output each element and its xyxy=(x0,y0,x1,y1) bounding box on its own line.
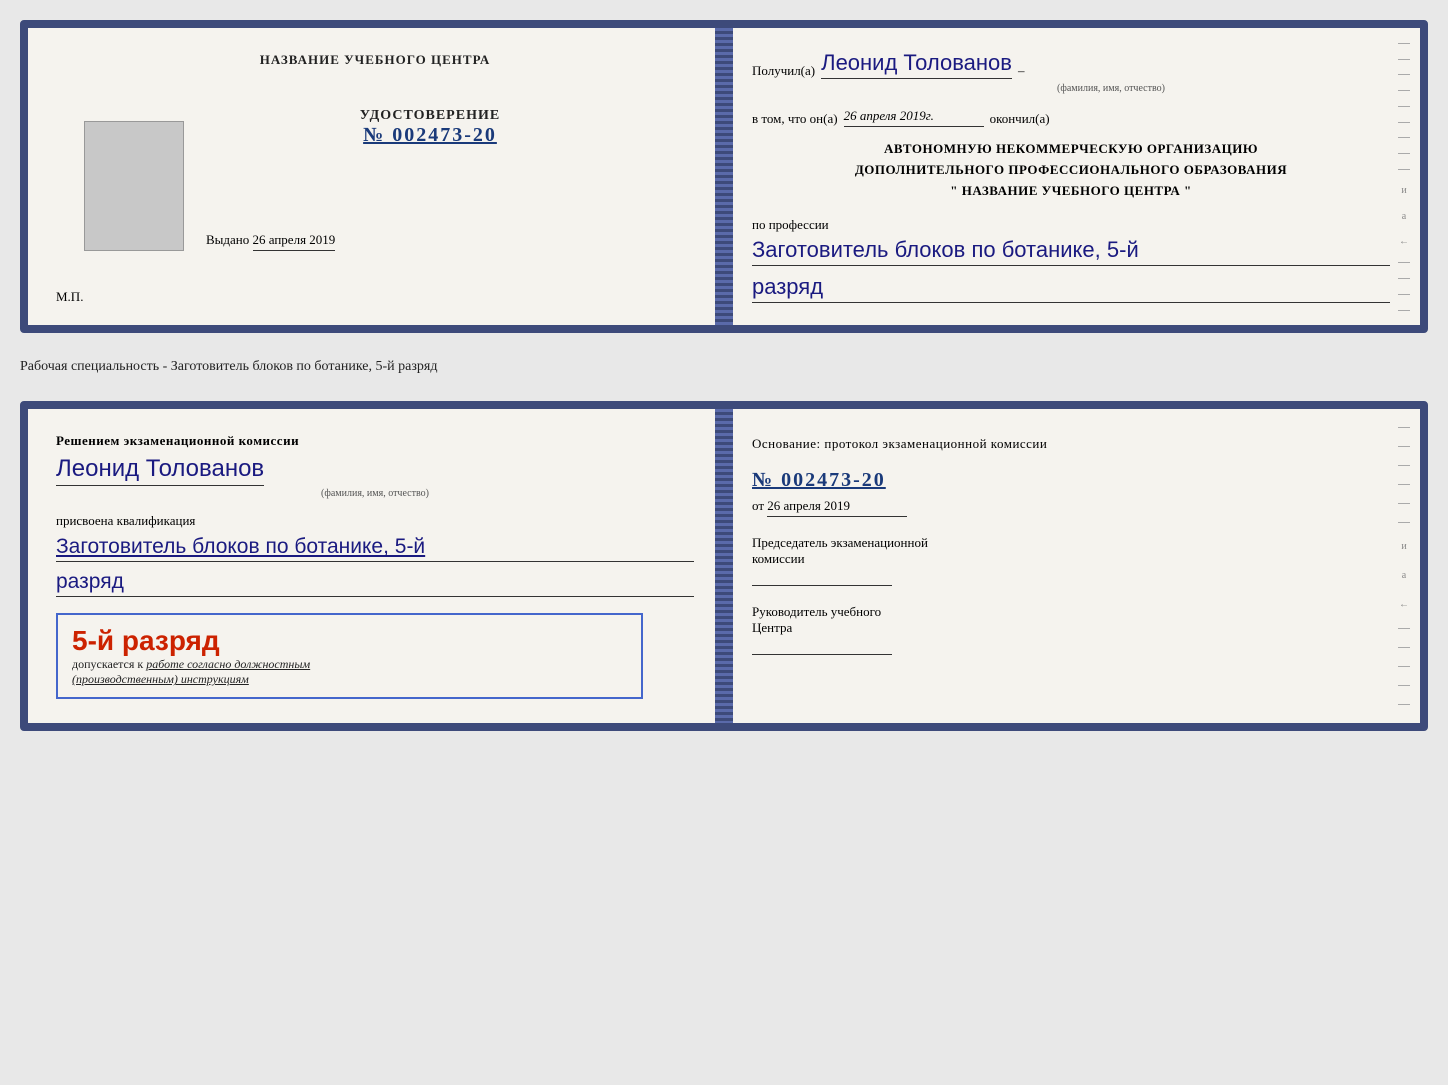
poluchil-label: Получил(а) xyxy=(752,63,815,79)
prisvoena-text: присвоена квалификация xyxy=(56,513,694,529)
autonomy-line1: АВТОНОМНУЮ НЕКОММЕРЧЕСКУЮ ОРГАНИЗАЦИЮ xyxy=(752,139,1390,160)
vydano-block: Выдано 26 апреля 2019 xyxy=(206,232,335,251)
udostoverenie-title: УДОСТОВЕРЕНИЕ xyxy=(166,108,694,124)
top-document: НАЗВАНИЕ УЧЕБНОГО ЦЕНТРА УДОСТОВЕРЕНИЕ №… xyxy=(20,20,1428,333)
vtom-label: в том, что он(а) xyxy=(752,111,838,127)
predsedatel-block: Председатель экзаменационной комиссии xyxy=(752,535,1390,586)
deco-line xyxy=(1398,137,1410,138)
deco-line xyxy=(1398,262,1410,263)
razryad-value-top: разряд xyxy=(752,274,1390,303)
dopusk-italic-text: (производственным) инструкциям xyxy=(72,672,249,686)
resheniem-block: Решением экзаменационной комиссии xyxy=(56,433,694,449)
deco-line xyxy=(1398,628,1410,629)
udostoverenie-block: УДОСТОВЕРЕНИЕ № 002473-20 xyxy=(166,108,694,147)
dopusk-prefix-text: допускается к xyxy=(72,657,143,671)
okonchil-label: окончил(а) xyxy=(990,111,1050,127)
fio-hint-bottom: (фамилия, имя, отчество) xyxy=(56,488,694,499)
dopuskaetsya-block: 5-й разряд допускается к работе согласно… xyxy=(56,613,643,699)
person-name: Леонид Толованов xyxy=(56,455,264,486)
page-container: НАЗВАНИЕ УЧЕБНОГО ЦЕНТРА УДОСТОВЕРЕНИЕ №… xyxy=(20,20,1428,731)
vtom-date: 26 апреля 2019г. xyxy=(844,108,984,127)
deco-line xyxy=(1398,90,1410,91)
deco-line xyxy=(1398,310,1410,311)
deco-line xyxy=(1398,43,1410,44)
deco-line xyxy=(1398,59,1410,60)
dopusk-prefix: допускается к работе согласно должностны… xyxy=(72,657,627,672)
bottom-doc-left: Решением экзаменационной комиссии Леонид… xyxy=(28,409,722,723)
protocol-number: № 002473-20 xyxy=(752,469,1390,492)
deco-line xyxy=(1398,122,1410,123)
deco-line xyxy=(1398,294,1410,295)
deco-line xyxy=(1398,427,1410,428)
deco-a2: а xyxy=(1402,570,1406,581)
deco-line xyxy=(1398,522,1410,523)
person-name-block: Леонид Толованов (фамилия, имя, отчество… xyxy=(56,455,694,499)
ot-label: от xyxy=(752,498,764,513)
deco-line xyxy=(1398,685,1410,686)
photo-placeholder xyxy=(84,121,184,251)
dopusk-italic-block: (производственным) инструкциям xyxy=(72,672,627,687)
rukovoditel-block: Руководитель учебного Центра xyxy=(752,604,1390,655)
deco-line xyxy=(1398,446,1410,447)
autonomy-line2: ДОПОЛНИТЕЛЬНОГО ПРОФЕССИОНАЛЬНОГО ОБРАЗО… xyxy=(752,160,1390,181)
deco-line xyxy=(1398,503,1410,504)
deco-line xyxy=(1398,704,1410,705)
deco-line xyxy=(1398,666,1410,667)
vydano-label: Выдано xyxy=(206,232,249,247)
osnovanie-label: Основание: протокол экзаменационной коми… xyxy=(752,436,1047,451)
specialty-text: Рабочая специальность - Заготовитель бло… xyxy=(20,351,1428,383)
deco-line xyxy=(1398,74,1410,75)
deco-i2: и xyxy=(1401,541,1406,552)
dopusk-razryad: 5-й разряд xyxy=(72,625,627,657)
right-deco: и а ← xyxy=(1396,28,1412,325)
tsentra-label: Центра xyxy=(752,620,1390,636)
bottom-doc-right: Основание: протокол экзаменационной коми… xyxy=(722,409,1420,723)
right-deco-bottom: и а ← xyxy=(1396,409,1412,723)
deco-line xyxy=(1398,153,1410,154)
rukovoditel-label: Руководитель учебного xyxy=(752,604,1390,620)
deco-line xyxy=(1398,106,1410,107)
deco-arrow: ← xyxy=(1399,236,1409,247)
po-professii-label: по профессии xyxy=(752,217,1390,233)
deco-a: а xyxy=(1402,211,1406,222)
deco-line xyxy=(1398,465,1410,466)
deco-i: и xyxy=(1401,185,1406,196)
profession-value: Заготовитель блоков по ботанике, 5-й xyxy=(752,237,1390,266)
fio-hint-top: (фамилия, имя, отчество) xyxy=(832,83,1390,94)
poluchil-name: Леонид Толованов xyxy=(821,50,1012,79)
top-doc-right: Получил(а) Леонид Толованов – (фамилия, … xyxy=(722,28,1420,325)
vydano-date: 26 апреля 2019 xyxy=(253,232,336,251)
poluchil-line: Получил(а) Леонид Толованов – xyxy=(752,50,1390,79)
predsedatel-signature-line xyxy=(752,585,892,586)
rukovoditel-signature-line xyxy=(752,654,892,655)
vtom-line: в том, что он(а) 26 апреля 2019г. окончи… xyxy=(752,108,1390,127)
razryad-value-bottom: разряд xyxy=(56,570,694,597)
deco-line xyxy=(1398,278,1410,279)
mp-label: М.П. xyxy=(56,289,83,305)
training-center-label: НАЗВАНИЕ УЧЕБНОГО ЦЕНТРА xyxy=(260,52,491,68)
top-doc-left: НАЗВАНИЕ УЧЕБНОГО ЦЕНТРА УДОСТОВЕРЕНИЕ №… xyxy=(28,28,722,325)
bottom-document: Решением экзаменационной комиссии Леонид… xyxy=(20,401,1428,731)
osnovanie-block: Основание: протокол экзаменационной коми… xyxy=(752,433,1390,455)
deco-arrow2: ← xyxy=(1399,599,1409,610)
predsedatel-label: Председатель экзаменационной xyxy=(752,535,1390,551)
udostoverenie-number: № 002473-20 xyxy=(166,124,694,147)
autonomy-line3: " НАЗВАНИЕ УЧЕБНОГО ЦЕНТРА " xyxy=(752,181,1390,202)
ot-date: 26 апреля 2019 xyxy=(767,498,907,517)
komissii-label: комиссии xyxy=(752,551,1390,567)
resheniem-label: Решением экзаменационной комиссии xyxy=(56,433,299,448)
autonomy-block: АВТОНОМНУЮ НЕКОММЕРЧЕСКУЮ ОРГАНИЗАЦИЮ ДО… xyxy=(752,139,1390,201)
ot-date-block: от 26 апреля 2019 xyxy=(752,498,1390,517)
deco-line xyxy=(1398,484,1410,485)
deco-line xyxy=(1398,169,1410,170)
dopusk-text: работе согласно должностным xyxy=(146,657,310,671)
qualification-value: Заготовитель блоков по ботанике, 5-й xyxy=(56,535,694,562)
deco-line xyxy=(1398,647,1410,648)
